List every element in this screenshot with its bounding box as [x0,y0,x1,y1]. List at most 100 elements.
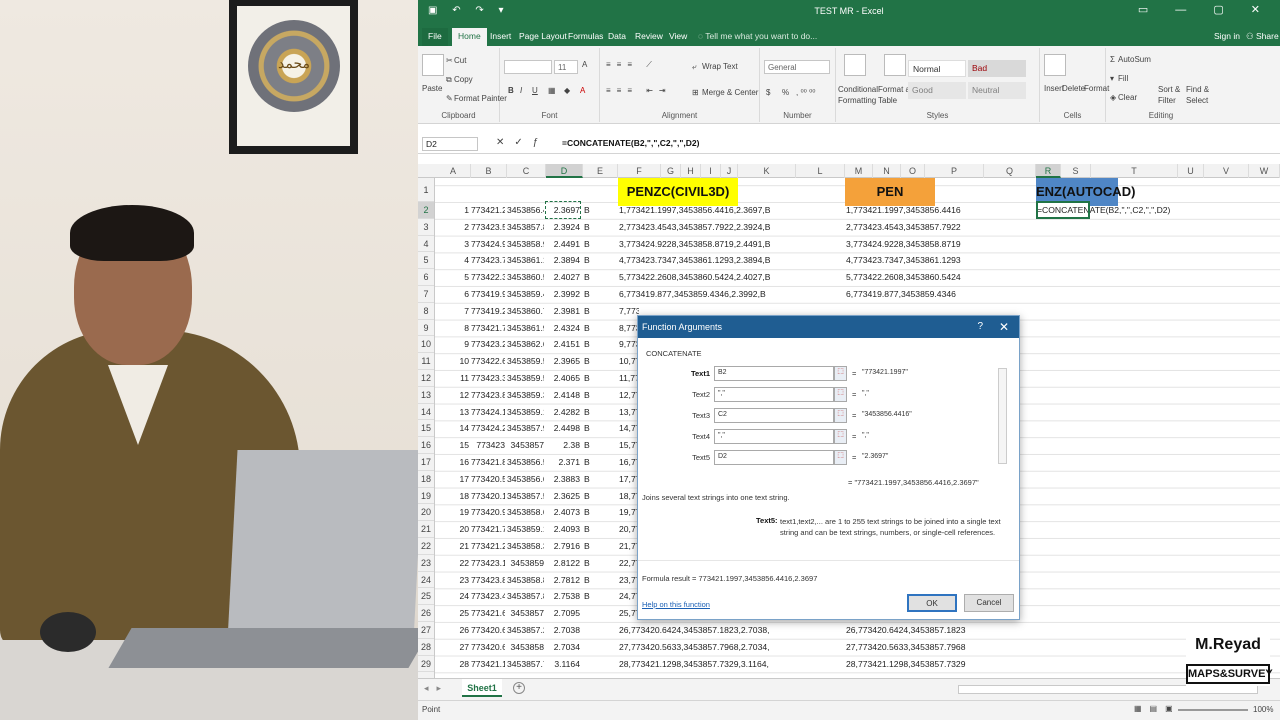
cell-e[interactable]: B [584,286,614,302]
cell-f[interactable]: 1,773421.1997,3453856.4416,2.3697,B [619,202,839,218]
cell-e[interactable]: B [584,303,614,319]
cell-b[interactable]: 773422.6 [471,353,505,369]
cell-f[interactable]: 23,77 [619,572,639,588]
cell-b[interactable]: 773424.9 [471,236,505,252]
cell-a[interactable]: 2 [436,219,469,235]
cell-d[interactable]: 2.3894 [546,252,580,268]
find-select-button[interactable]: Find & Select [1186,84,1214,106]
cell-f[interactable]: 10,77 [619,353,639,369]
cut-button[interactable]: Cut [454,56,466,65]
cell-b[interactable]: 773419.2 [471,303,505,319]
tab-home[interactable]: Home [452,28,487,46]
cell-a[interactable]: 20 [436,521,469,537]
row-header[interactable]: 28 [418,639,434,656]
cell-c[interactable]: 3453859 [507,555,544,571]
cell-f[interactable]: 6,773419.877,3453859.4346,2.3992,B [619,286,839,302]
range-picker-icon[interactable]: ⬚ [834,366,847,381]
cell-f[interactable]: 11,77 [619,370,639,386]
cell-d[interactable]: 2.3625 [546,488,580,504]
percent-button[interactable]: % [782,88,789,97]
column-header[interactable]: M [845,164,873,178]
cell-d[interactable]: 2.4498 [546,420,580,436]
row-header[interactable]: 6 [418,269,434,286]
column-header[interactable]: R [1036,164,1061,178]
autosum-icon[interactable]: Σ [1110,55,1115,64]
row-header[interactable]: 9 [418,320,434,337]
cell-f[interactable]: 16,77 [619,454,639,470]
range-picker-icon[interactable]: ⬚ [834,408,847,423]
cell-a[interactable]: 27 [436,639,469,655]
cell-e[interactable]: B [584,504,614,520]
cell-f[interactable]: 18,77 [619,488,639,504]
cell-e[interactable]: B [584,370,614,386]
column-header[interactable]: G [661,164,681,178]
cell-d[interactable]: 2.3697 [545,201,581,219]
cell-c[interactable]: 3453858.9 [507,236,544,252]
cell-a[interactable]: 12 [436,387,469,403]
cell-m[interactable]: 5,773422.2608,3453860.5424 [846,269,1016,285]
column-header[interactable]: E [583,164,618,178]
cell-a[interactable]: 25 [436,605,469,621]
args-scrollbar[interactable] [998,368,1007,464]
column-header[interactable]: D [546,164,583,178]
cell-d[interactable]: 2.7538 [546,588,580,604]
cell-e[interactable]: B [584,454,614,470]
fill-button[interactable]: Fill [1118,74,1128,83]
column-header[interactable]: I [701,164,721,178]
align-top-icons[interactable]: ≡≡≡ ⟋ [606,60,658,70]
cell-c[interactable]: 3453856.4 [507,202,544,218]
row-header[interactable]: 18 [418,471,434,488]
style-bad[interactable]: Bad [968,60,1026,77]
row-header[interactable]: 24 [418,572,434,589]
cell-f[interactable]: 7,773 [619,303,639,319]
argument-input[interactable]: D2 [714,450,834,465]
copy-button[interactable]: Copy [454,75,473,84]
cell-a[interactable]: 19 [436,504,469,520]
number-format-box[interactable]: General [764,60,830,74]
format-painter-icon[interactable]: ✎ [446,94,453,103]
column-header[interactable]: W [1249,164,1280,178]
cell-e[interactable]: B [584,521,614,537]
cell-a[interactable]: 4 [436,252,469,268]
paste-icon[interactable] [422,54,444,76]
cell-a[interactable]: 1 [436,202,469,218]
cell-d[interactable]: 2.3883 [546,471,580,487]
cell-a[interactable]: 28 [436,656,469,672]
column-header[interactable]: H [681,164,701,178]
row-header[interactable]: 14 [418,404,434,421]
cell-c[interactable]: 3453857.8 [507,588,544,604]
row-header[interactable]: 21 [418,521,434,538]
conditional-formatting-button[interactable]: Conditional Formatting [838,84,878,106]
formula-bar-buttons[interactable]: ✕✓ƒ [496,137,548,148]
cell-e[interactable]: B [584,404,614,420]
font-size-box[interactable]: 11 [554,60,578,74]
cell-f[interactable]: 27,773420.5633,3453857.7968,2.7034, [619,639,839,655]
row-header[interactable]: 1 [418,178,434,202]
border-icon[interactable]: ▦ [548,86,556,95]
format-painter-button[interactable]: Format Painter [454,94,507,103]
row-header[interactable]: 13 [418,387,434,404]
row-header[interactable]: 17 [418,454,434,471]
cell-e[interactable]: B [584,236,614,252]
cell-d[interactable]: 2.8122 [546,555,580,571]
cell-d[interactable]: 2.7038 [546,622,580,638]
horizontal-scrollbar[interactable] [958,685,1258,694]
cut-icon[interactable]: ✂ [446,56,453,65]
cell-c[interactable]: 3453858.3 [507,538,544,554]
comma-decimal-icons[interactable]: , ⁰⁰ ⁰⁰ [796,88,816,97]
cell-b[interactable]: 773420.9 [471,504,505,520]
cell-e[interactable]: B [584,471,614,487]
row-header[interactable]: 26 [418,605,434,622]
cell-b[interactable]: 773421.2 [471,202,505,218]
cell-b[interactable]: 773421.7 [471,320,505,336]
cell-f[interactable]: 9,773 [619,336,639,352]
column-header[interactable]: P [925,164,984,178]
ok-button[interactable]: OK [907,594,957,612]
cell-e[interactable] [584,656,614,672]
cell-c[interactable]: 3453861.9 [507,320,544,336]
cell-b[interactable]: 773420.5 [471,471,505,487]
sheet-tab[interactable]: Sheet1 [462,679,502,697]
cell-a[interactable]: 24 [436,588,469,604]
cell-f[interactable]: 17,77 [619,471,639,487]
cell-a[interactable]: 10 [436,353,469,369]
